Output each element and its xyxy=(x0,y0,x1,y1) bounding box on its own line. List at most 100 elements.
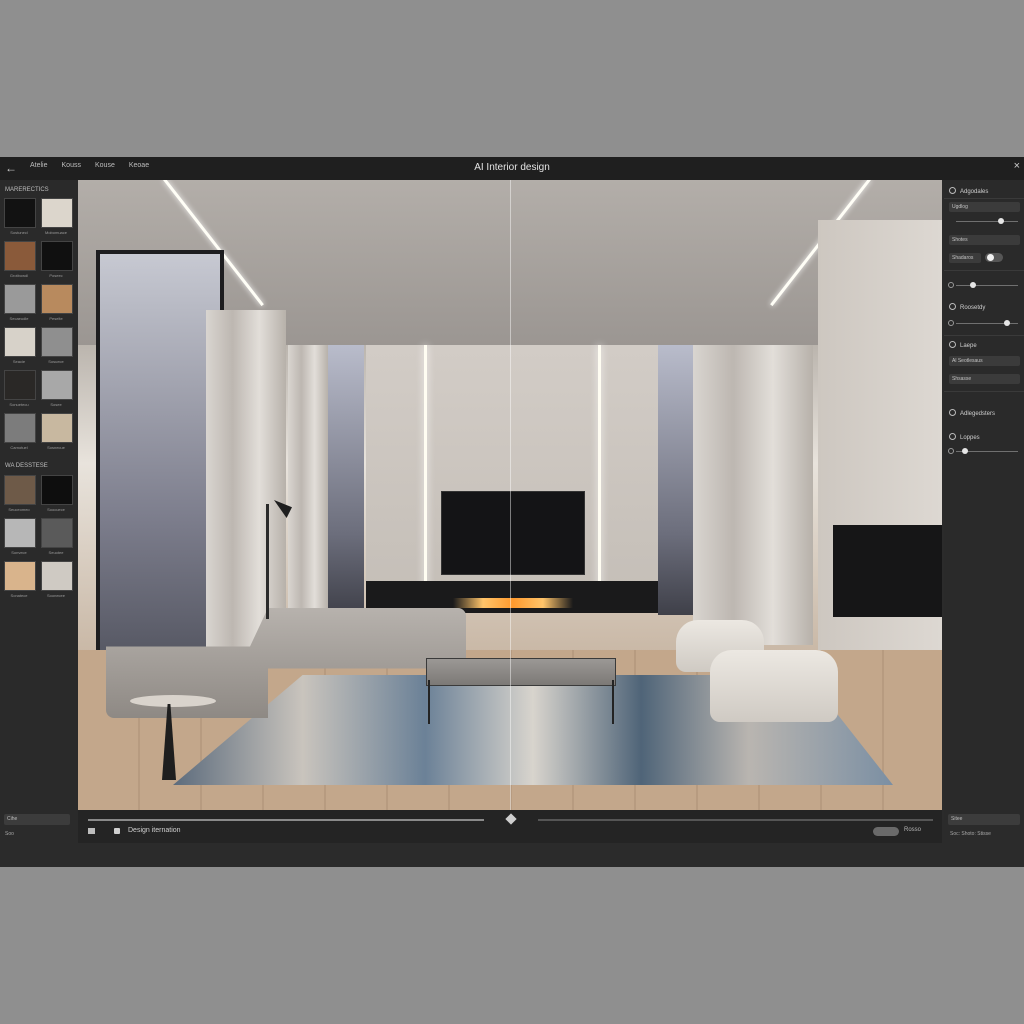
panel-header: Adgodales xyxy=(949,187,988,195)
material-tile[interactable] xyxy=(41,518,73,548)
panel-item: Laepe xyxy=(949,341,977,349)
material-tile[interactable] xyxy=(4,561,36,591)
close-icon[interactable]: × xyxy=(1014,160,1020,172)
material-tile-label: Peselte xyxy=(49,316,63,321)
material-tile-label: Seuotee xyxy=(48,550,64,555)
material-tile[interactable] xyxy=(4,327,36,357)
material-tile-label: Sonatece xyxy=(10,593,28,598)
property-slider[interactable] xyxy=(956,221,1018,222)
fire xyxy=(453,598,573,608)
app-window: ← Atelie Kouss Kouse Keoae AI Interior d… xyxy=(0,157,1024,867)
timeline-bar: Design iternation Rosso xyxy=(78,810,942,843)
armchair xyxy=(710,650,838,722)
material-tile[interactable] xyxy=(41,370,73,400)
render-label: Rosso xyxy=(904,827,922,833)
divider xyxy=(944,198,1024,199)
library-section-title: Marerectics xyxy=(5,187,49,193)
left-footer-text: Soo xyxy=(5,831,14,837)
render-button[interactable] xyxy=(873,827,899,836)
settings-icon xyxy=(949,187,956,194)
material-tile-label: Carnotuel xyxy=(10,445,28,450)
property-field[interactable]: Al Seotlesaus xyxy=(949,356,1020,366)
window xyxy=(326,345,364,615)
properties-panel: Adgodales Ugdlog Shotes Shadaros Roosetd… xyxy=(944,180,1024,820)
adjust-icon xyxy=(948,320,954,326)
material-tile[interactable] xyxy=(4,241,36,271)
layer-icon xyxy=(949,433,956,440)
material-tile-label: Seuceomeo xyxy=(8,507,30,512)
circle-icon xyxy=(949,303,956,310)
material-tile[interactable] xyxy=(4,518,36,548)
right-wall xyxy=(818,220,942,720)
property-field[interactable]: Shotes xyxy=(949,235,1020,245)
timeline-track[interactable] xyxy=(538,819,933,821)
timeline-track[interactable] xyxy=(88,819,484,821)
curtain xyxy=(693,345,813,645)
material-tile-label: Secaeudle xyxy=(9,316,29,321)
material-tile-label: Sostunecl xyxy=(10,230,28,235)
toggle-knob[interactable] xyxy=(987,254,994,261)
slider-handle[interactable] xyxy=(970,282,976,288)
window xyxy=(658,345,696,615)
material-tile-label: Mobomuace xyxy=(44,230,67,235)
material-library: Marerectics Wa Desstese Sostunecl Mobomua… xyxy=(0,180,78,820)
compare-divider[interactable] xyxy=(510,180,511,810)
material-tile[interactable] xyxy=(41,475,73,505)
material-tile[interactable] xyxy=(41,413,73,443)
material-tile-label: Sonuetecu xyxy=(9,402,29,407)
panel-item: Loppes xyxy=(949,433,980,441)
fireplace xyxy=(833,525,942,617)
brightness-icon xyxy=(948,282,954,288)
divider xyxy=(944,335,1024,336)
material-tile-label: Sosuece xyxy=(48,359,64,364)
material-tile[interactable] xyxy=(4,475,36,505)
property-field[interactable]: Shadaros xyxy=(949,253,981,263)
material-tile-label: Poseec xyxy=(49,273,63,278)
side-table xyxy=(130,695,216,707)
floor-lamp xyxy=(266,504,269,619)
right-footer-input[interactable]: Sitee xyxy=(948,814,1020,825)
material-tile-label: Seacie xyxy=(12,359,26,364)
material-tile[interactable] xyxy=(41,241,73,271)
table-leg xyxy=(612,680,614,724)
slider-handle[interactable] xyxy=(1003,320,1010,326)
adjust-icon xyxy=(948,448,954,454)
wall-light xyxy=(424,345,427,590)
title-bar: ← Atelie Kouss Kouse Keoae AI Interior d… xyxy=(0,157,1024,180)
material-tile[interactable] xyxy=(41,327,73,357)
slider-handle[interactable] xyxy=(961,448,968,454)
material-tile-label: Grotbowdl xyxy=(9,273,29,278)
material-tile[interactable] xyxy=(41,198,73,228)
material-tile[interactable] xyxy=(4,284,36,314)
design-canvas[interactable] xyxy=(78,180,942,810)
app-title: AI Interior design xyxy=(474,162,550,173)
material-tile-label: Sonvece xyxy=(11,550,27,555)
slider-handle[interactable] xyxy=(998,218,1004,224)
layer-icon[interactable] xyxy=(114,828,120,834)
coffee-table xyxy=(426,658,616,686)
material-tile-label: Soocuece xyxy=(47,507,65,512)
panel-item: Roosetdy xyxy=(949,303,985,311)
gear-icon xyxy=(949,409,956,416)
panel-item: Adlegedsters xyxy=(949,409,995,417)
material-tile[interactable] xyxy=(41,284,73,314)
property-slider[interactable] xyxy=(956,285,1018,286)
divider xyxy=(944,270,1024,271)
material-tile[interactable] xyxy=(4,413,36,443)
material-tile[interactable] xyxy=(4,198,36,228)
timeline-handle[interactable] xyxy=(505,813,517,825)
play-icon[interactable] xyxy=(88,828,95,834)
material-tile-label: Sosnecue xyxy=(47,445,65,450)
right-footer-text: Soc: Shoto: Stisse xyxy=(950,831,991,837)
library-section-title: Wa Desstese xyxy=(5,463,48,469)
material-tile-label: Soonecee xyxy=(46,593,65,598)
material-tile-label: Sosee xyxy=(50,402,62,407)
box-icon xyxy=(949,341,956,348)
divider xyxy=(944,391,1024,392)
property-field[interactable]: Shsasse xyxy=(949,374,1020,384)
left-footer-input[interactable]: Cihe xyxy=(4,814,70,825)
material-tile[interactable] xyxy=(4,370,36,400)
material-tile[interactable] xyxy=(41,561,73,591)
iteration-label: Design iternation xyxy=(128,827,181,834)
property-field[interactable]: Ugdlog xyxy=(949,202,1020,212)
